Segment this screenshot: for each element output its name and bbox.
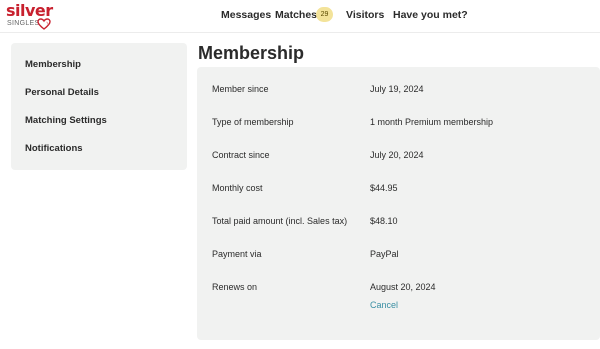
- silversingles-logo[interactable]: silver SINGLES: [6, 2, 62, 32]
- cancel-membership-link[interactable]: Cancel: [370, 299, 398, 311]
- sidebar-item-membership[interactable]: Membership: [25, 59, 81, 71]
- nav-messages[interactable]: Messages: [221, 0, 271, 30]
- matches-count-badge: 29: [316, 7, 333, 22]
- monthly-cost-label: Monthly cost: [212, 183, 263, 193]
- contract-since-value: July 20, 2024: [370, 150, 424, 160]
- member-since-label: Member since: [212, 84, 269, 94]
- nav-matches[interactable]: Matches: [275, 0, 317, 30]
- contract-since-label: Contract since: [212, 150, 270, 160]
- sidebar-item-matching-settings[interactable]: Matching Settings: [25, 115, 107, 127]
- nav-have-you-met[interactable]: Have you met?: [393, 0, 468, 30]
- membership-type-value: 1 month Premium membership: [370, 117, 494, 127]
- payment-method-value: PayPal: [370, 249, 399, 259]
- total-paid-value: $48.10: [370, 216, 398, 226]
- renews-on-value: August 20, 2024: [370, 282, 436, 292]
- sidebar-item-personal-details[interactable]: Personal Details: [25, 87, 99, 99]
- monthly-cost-value: $44.95: [370, 183, 398, 193]
- payment-method-label: Payment via: [212, 249, 262, 259]
- settings-sidebar: Membership Personal Details Matching Set…: [11, 43, 187, 170]
- page-title: Membership: [198, 43, 305, 63]
- member-since-value: July 19, 2024: [370, 84, 424, 94]
- membership-details-panel: [197, 67, 600, 340]
- logo-subtitle: SINGLES: [7, 20, 40, 27]
- membership-type-label: Type of membership: [212, 117, 294, 127]
- sidebar-item-notifications[interactable]: Notifications: [25, 143, 83, 155]
- total-paid-label: Total paid amount (incl. Sales tax): [212, 216, 348, 226]
- nav-visitors[interactable]: Visitors: [346, 0, 384, 30]
- heart-icon: [37, 18, 51, 30]
- renews-on-label: Renews on: [212, 282, 258, 292]
